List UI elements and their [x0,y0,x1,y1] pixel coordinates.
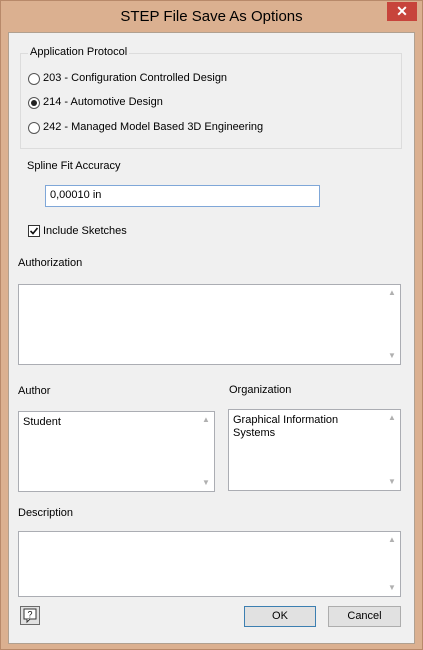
radio-button[interactable] [28,73,40,85]
cancel-button[interactable]: Cancel [328,606,401,627]
organization-textarea[interactable]: Graphical Information Systems ▲ ▼ [228,409,401,491]
radio-button[interactable] [28,122,40,134]
scroll-up-icon[interactable]: ▲ [201,416,211,424]
ok-button[interactable]: OK [244,606,316,627]
svg-text:?: ? [27,610,32,620]
scroll-up-icon[interactable]: ▲ [387,414,397,422]
application-protocol-label: Application Protocol [28,46,130,58]
authorization-label: Authorization [18,257,83,269]
organization-label: Organization [229,384,292,396]
title-bar[interactable]: STEP File Save As Options ✕ [1,1,422,32]
scroll-up-icon[interactable]: ▲ [387,289,397,297]
radio-dot-icon [31,100,37,106]
scroll-down-icon[interactable]: ▼ [387,478,397,486]
window-title: STEP File Save As Options [120,8,303,25]
scroll-down-icon[interactable]: ▼ [387,352,397,360]
close-button[interactable]: ✕ [387,2,417,21]
radio-label-242: 242 - Managed Model Based 3D Engineering [43,121,264,133]
spline-fit-accuracy-input[interactable]: 0,00010 in [45,185,320,207]
radio-label-203: 203 - Configuration Controlled Design [43,72,228,84]
author-textarea[interactable]: Student ▲ ▼ [18,411,215,492]
help-button[interactable]: ? [20,606,40,625]
radio-button-selected[interactable] [28,97,40,109]
checkmark-icon [29,227,39,235]
radio-label-214: 214 - Automotive Design [43,96,163,108]
author-text: Student [23,416,61,428]
help-icon: ? [23,608,37,624]
authorization-textarea[interactable]: ▲ ▼ [18,284,401,365]
description-textarea[interactable]: ▲ ▼ [18,531,401,597]
organization-text: Graphical Information Systems [233,414,339,439]
author-label: Author [18,385,51,397]
scroll-down-icon[interactable]: ▼ [387,584,397,592]
scroll-up-icon[interactable]: ▲ [387,536,397,544]
include-sketches-checkbox[interactable] [28,225,40,237]
description-label: Description [18,507,74,519]
spline-fit-accuracy-label: Spline Fit Accuracy [27,160,121,172]
include-sketches-label: Include Sketches [43,225,127,237]
scroll-down-icon[interactable]: ▼ [201,479,211,487]
